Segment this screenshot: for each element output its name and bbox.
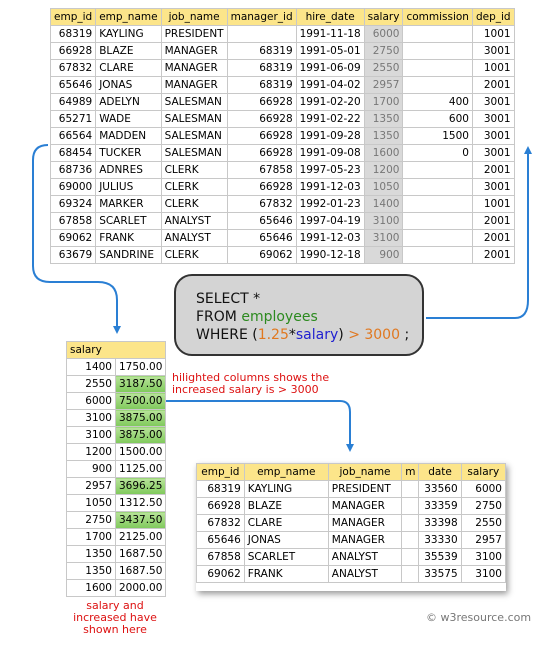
arrow-to-salary-table xyxy=(32,144,121,334)
flow-arrows xyxy=(32,144,532,452)
arrow-from-sql-box xyxy=(426,146,532,319)
arrow-to-result-table xyxy=(166,400,354,452)
